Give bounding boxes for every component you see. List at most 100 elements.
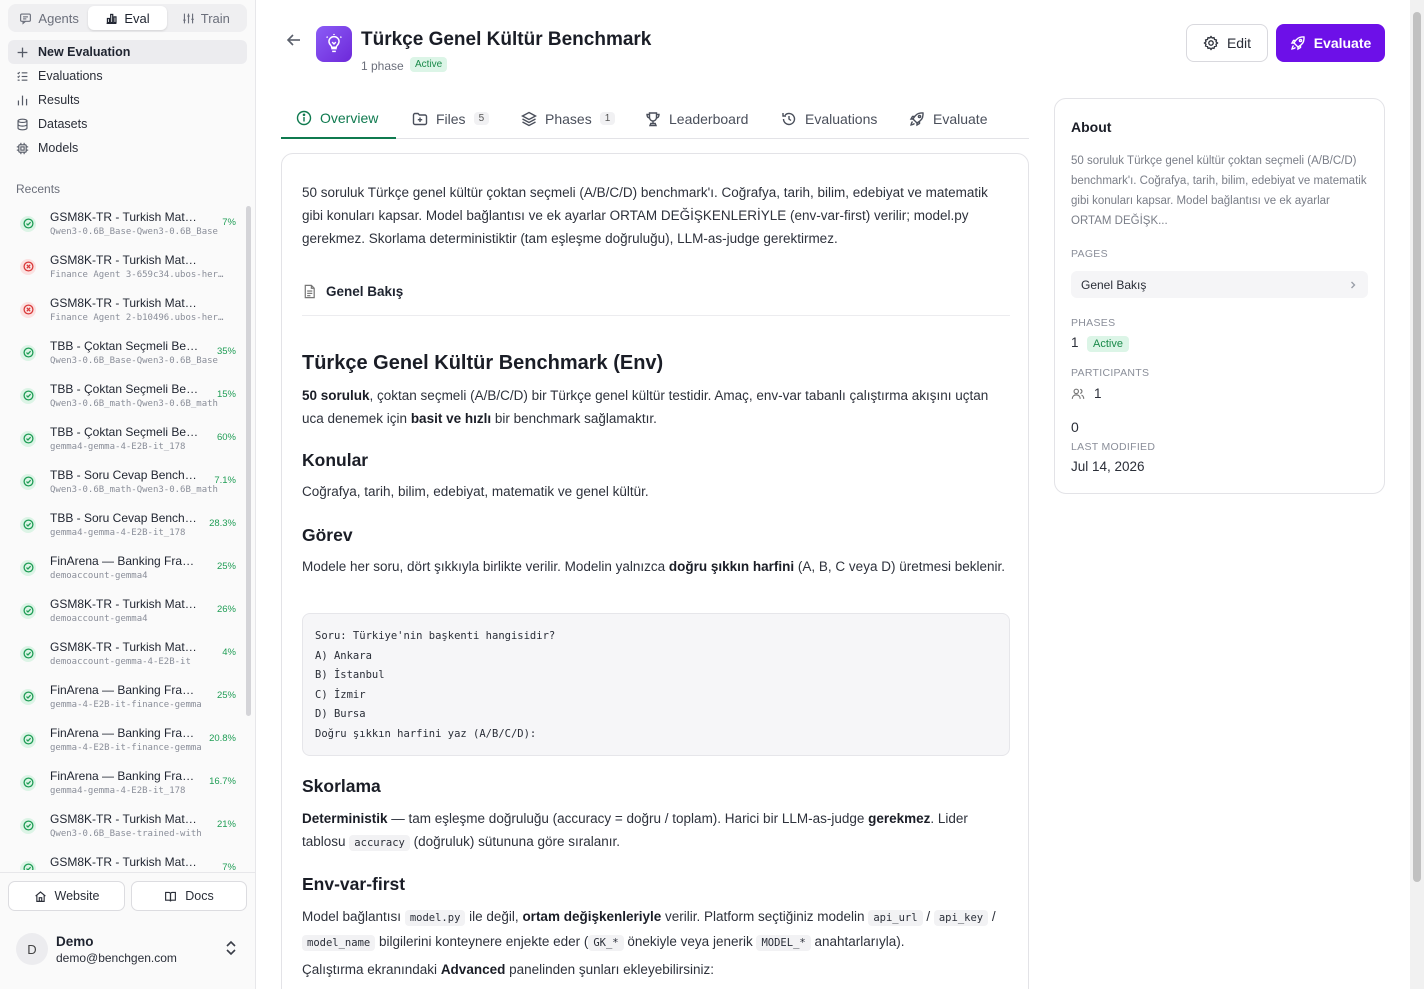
text: Modele her soru, dört şıkkıyla birlikte … (302, 559, 669, 574)
x-circle-icon (20, 258, 36, 275)
recent-item[interactable]: TBB - Çoktan Seçmeli Benchmark Qwen3-0.6B… (8, 374, 244, 417)
tab-overview[interactable]: Overview (281, 98, 396, 139)
recent-item[interactable]: GSM8K-TR - Turkish Math Reasoning demoacc… (8, 632, 244, 675)
check-circle-icon (20, 817, 36, 834)
nav-label: Models (38, 141, 79, 155)
recent-item[interactable]: TBB - Çoktan Seçmeli Benchmark Qwen3-0.6B… (8, 331, 244, 374)
nav-datasets[interactable]: Datasets (8, 112, 247, 136)
text: bilgilerini konteynere enjekte eder ( (375, 934, 589, 949)
inline-code: MODEL_* (756, 935, 811, 951)
check-circle-icon (20, 344, 36, 361)
recent-item[interactable]: FinArena — Banking Framework demoaccount-… (8, 546, 244, 589)
cpu-icon (16, 142, 29, 155)
recent-item[interactable]: FinArena — Banking Framework gemma4-gemma… (8, 761, 244, 804)
nav-results[interactable]: Results (8, 88, 247, 112)
chevron-up-down-icon (224, 939, 238, 957)
trophy-icon (645, 111, 661, 127)
recent-item[interactable]: GSM8K-TR - Turkish Math Reasoning demoacc… (8, 589, 244, 632)
code-line: A) Ankara (315, 649, 372, 662)
tab-files[interactable]: Files 5 (412, 98, 490, 139)
benchmark-icon (316, 26, 352, 62)
tab-count: 5 (473, 112, 490, 125)
recent-subtitle: gemma4-gemma-4-E2B-it_178 (50, 786, 186, 796)
sliders-icon (182, 12, 195, 25)
page-link-genel-bakis[interactable]: Genel Bakış (302, 284, 403, 299)
tab-evaluate[interactable]: Evaluate (909, 98, 987, 139)
recent-item[interactable]: GSM8K-TR - Turkish Math ReasoningQwen3-0… (8, 847, 244, 870)
text: — tam eşleşme doğruluğu (accuracy = doğr… (387, 811, 869, 826)
participants: 1 (1071, 386, 1102, 401)
recent-subtitle: gemma4-gemma-4-E2B-it_178 (50, 442, 186, 452)
recent-subtitle: Qwen3-0.6B_Base-trained-with (50, 829, 202, 839)
tab-phases[interactable]: Phases 1 (521, 98, 616, 139)
overview-intro: 50 soruluk Türkçe genel kültür çoktan se… (302, 185, 988, 246)
recent-subtitle: demoaccount-gemma4 (50, 614, 148, 624)
recents-list: GSM8K-TR - Turkish Math Reasoning Qwen3-0… (8, 202, 244, 870)
recent-subtitle: demoaccount-gemma4 (50, 571, 148, 581)
mode-switcher: Agents Eval Train (8, 4, 247, 32)
recent-title: GSM8K-TR - Turkish Math Reasoning (50, 855, 202, 869)
tab-agents[interactable]: Agents (10, 6, 88, 30)
bold-text: doğru şıkkın harfini (668, 559, 795, 574)
recent-item[interactable]: FinArena — Banking Framework gemma-4-E2B-… (8, 675, 244, 718)
text: / (988, 909, 996, 924)
plus-icon (16, 46, 29, 59)
page-item-genel-bakis[interactable]: Genel Bakış (1071, 271, 1368, 298)
recent-item[interactable]: GSM8K-TR - Turkish Math Reasoning Finance… (8, 288, 244, 331)
recent-score: 25% (216, 690, 236, 701)
evaluate-button[interactable]: Evaluate (1276, 24, 1385, 62)
user-email: demo@benchgen.com (56, 950, 177, 965)
recent-score: 28.3% (209, 518, 236, 529)
page-scrollbar[interactable] (1410, 0, 1424, 989)
recent-subtitle: demoaccount-gemma-4-E2B-it (50, 657, 191, 667)
about-title: About (1071, 119, 1112, 135)
code-line: C) İzmir (315, 688, 366, 701)
rocket-icon (1290, 35, 1306, 51)
recent-item[interactable]: TBB - Soru Cevap Benchmark gemma4-gemma-4… (8, 503, 244, 546)
recent-score: 7% (222, 862, 236, 870)
tab-label: Phases (545, 110, 592, 127)
text: Çalıştırma ekranındaki (302, 962, 441, 977)
zero-count: 0 (1071, 419, 1079, 435)
nav-new-evaluation[interactable]: New Evaluation (8, 40, 247, 64)
tab-eval[interactable]: Eval (88, 6, 167, 30)
nav-models[interactable]: Models (8, 136, 247, 160)
recent-item[interactable]: TBB - Çoktan Seçmeli Benchmark gemma4-gem… (8, 417, 244, 460)
info-icon (296, 110, 312, 126)
tab-train[interactable]: Train (167, 6, 245, 30)
recent-item[interactable]: GSM8K-TR - Turkish Math ReasoningQwen3-0… (8, 804, 244, 847)
scrollbar-thumb[interactable] (1413, 12, 1421, 882)
nav-label: Evaluations (38, 69, 103, 83)
recent-score: 7% (222, 217, 236, 228)
text: anahtarlarıyla). (810, 934, 905, 949)
recent-title: GSM8K-TR - Turkish Math Reasoning (50, 296, 202, 310)
recent-title: GSM8K-TR - Turkish Math Reasoning (50, 210, 202, 224)
recent-item[interactable]: TBB - Soru Cevap Benchmark Qwen3-0.6B_mat… (8, 460, 244, 503)
recent-subtitle: Finance Agent 2-b10496.ubos-hermes (50, 313, 228, 323)
recent-item[interactable]: GSM8K-TR - Turkish Math ReasoningQwen3-0… (8, 202, 244, 245)
text: Model bağlantısı (302, 909, 405, 924)
back-arrow-icon[interactable] (285, 31, 303, 49)
check-circle-icon (20, 731, 36, 748)
heading-konular: Konular (302, 450, 369, 470)
website-button[interactable]: Website (8, 881, 125, 911)
sidebar-footer: Website Docs (0, 872, 256, 911)
check-circle-icon (20, 516, 36, 533)
tab-label: Evaluations (805, 110, 878, 127)
nav-evaluations[interactable]: Evaluations (8, 64, 247, 88)
chevron-right-icon (1348, 280, 1358, 290)
tab-leaderboard[interactable]: Leaderboard (645, 98, 748, 139)
recent-item[interactable]: GSM8K-TR - Turkish Math Reasoning Finance… (8, 245, 244, 288)
tab-label: Leaderboard (669, 110, 749, 127)
recent-item[interactable]: FinArena — Banking Framework gemma-4-E2B-… (8, 718, 244, 761)
tab-evaluations[interactable]: Evaluations (781, 98, 877, 139)
participants-label: PARTICIPANTS (1071, 367, 1150, 379)
edit-button[interactable]: Edit (1186, 24, 1268, 62)
folder-icon (412, 111, 428, 127)
sidebar-scrollbar[interactable] (246, 206, 251, 716)
recent-title: FinArena — Banking Framework (50, 726, 202, 740)
docs-button[interactable]: Docs (131, 881, 247, 911)
chat-icon (19, 12, 32, 25)
recent-score: 35% (216, 346, 236, 357)
user-menu[interactable]: D Demo demo@benchgen.com (16, 928, 246, 970)
